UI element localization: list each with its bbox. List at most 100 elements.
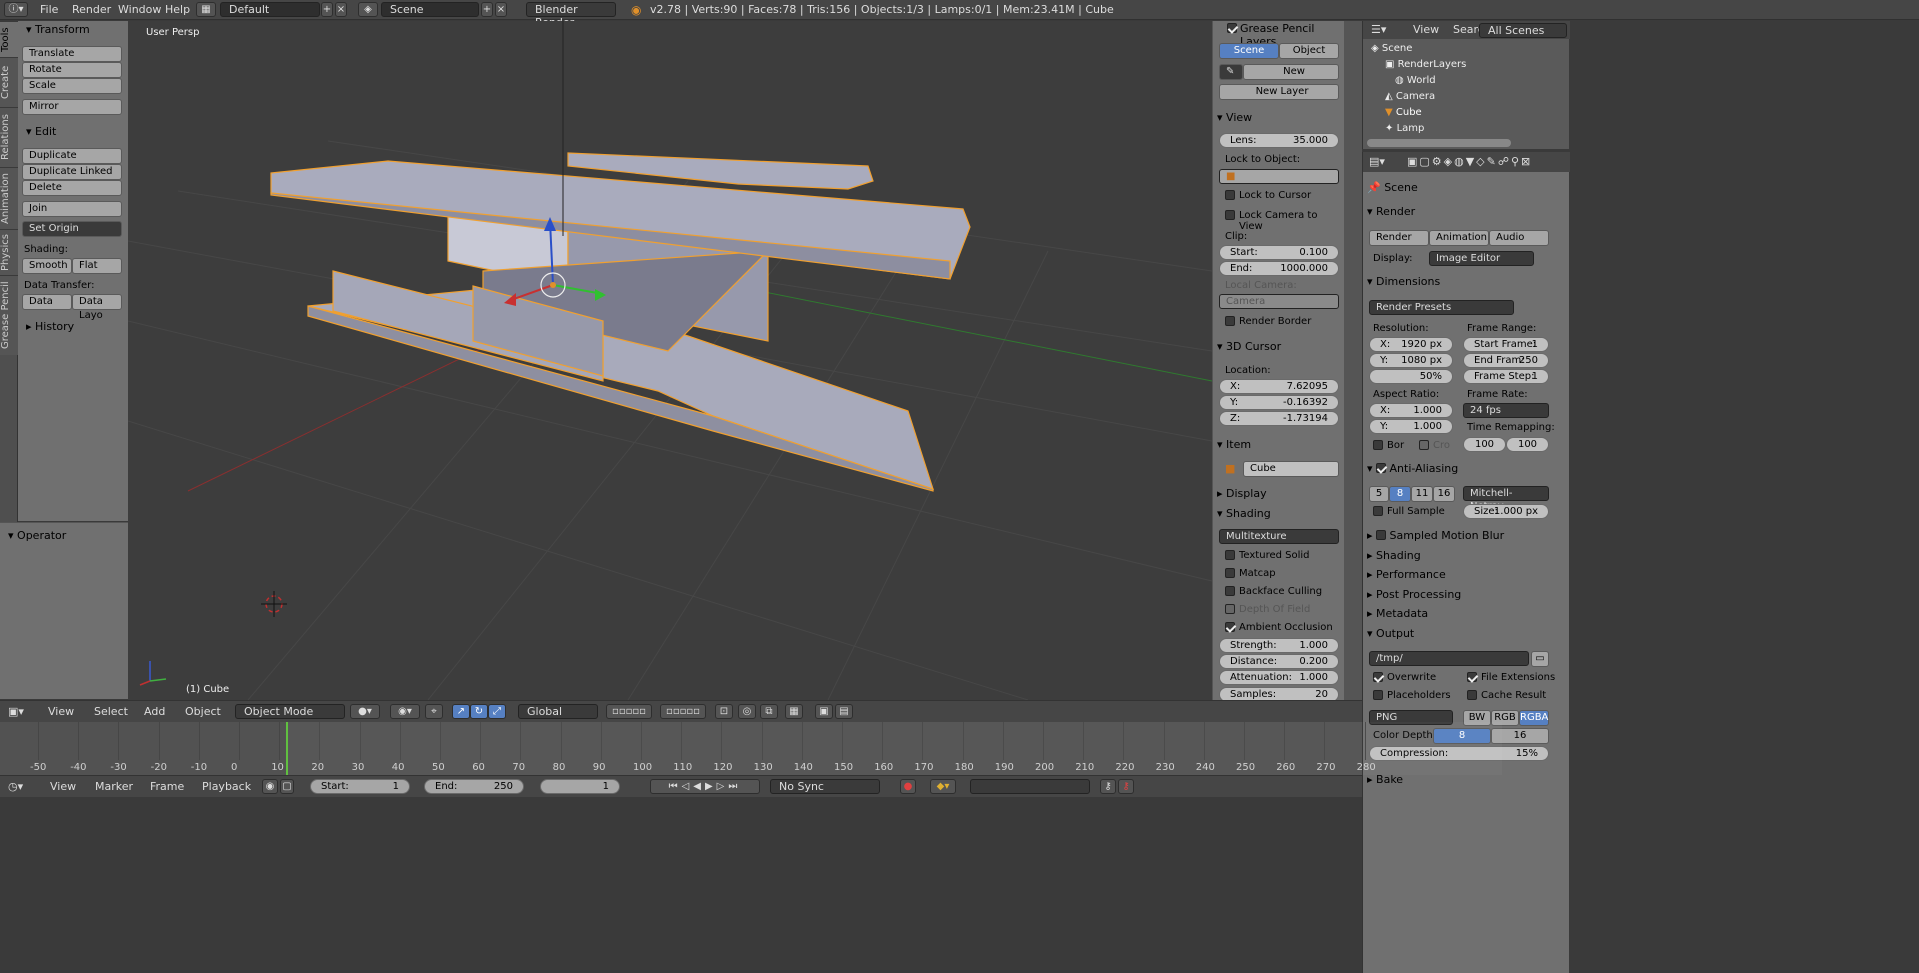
- lens-field[interactable]: Lens: 35.000: [1219, 133, 1339, 148]
- all-scenes-dropdown[interactable]: All Scenes: [1479, 23, 1567, 38]
- scene-icon[interactable]: ◈: [358, 2, 378, 17]
- playback-controls-icon[interactable]: ⏮◁◀▶▷⏭: [650, 779, 760, 794]
- translate-button[interactable]: Translate: [22, 46, 122, 62]
- scale-manipulator-icon[interactable]: ⤢: [488, 704, 506, 719]
- tab-relations[interactable]: Relations: [0, 107, 18, 167]
- menu-file[interactable]: File: [40, 0, 58, 20]
- insert-keyframe-icon[interactable]: ⚷: [1100, 779, 1116, 794]
- delete-button[interactable]: Delete: [22, 180, 122, 196]
- metadata-panel-header[interactable]: ▸ Metadata: [1367, 606, 1428, 622]
- lock-range-icon[interactable]: ▢: [280, 779, 294, 794]
- item-name-field[interactable]: Cube: [1243, 461, 1339, 477]
- viewport-shading-icon[interactable]: ●▾: [350, 704, 380, 719]
- render-engine-dropdown[interactable]: Blender Render: [526, 2, 616, 29]
- timeline-playback-menu[interactable]: Playback: [202, 776, 251, 798]
- end-frame-field[interactable]: End: 250: [424, 779, 524, 794]
- new-layer-button[interactable]: New Layer: [1219, 84, 1339, 100]
- display-dropdown[interactable]: Image Editor: [1429, 251, 1534, 266]
- border-checkbox[interactable]: [1373, 440, 1383, 450]
- 3d-cursor-panel-header[interactable]: ▾ 3D Cursor: [1217, 338, 1281, 356]
- rotate-manipulator-icon[interactable]: ↻: [470, 704, 488, 719]
- view-panel-header[interactable]: ▾ View: [1217, 109, 1252, 127]
- anti-aliasing-panel-header[interactable]: ▾ Anti-Aliasing: [1367, 461, 1458, 477]
- outliner-item-scene[interactable]: ◈ Scene: [1363, 41, 1570, 57]
- dimensions-panel-header[interactable]: ▾ Dimensions: [1367, 274, 1440, 290]
- frame-rate-dropdown[interactable]: 24 fps: [1463, 403, 1549, 418]
- outliner-item-camera[interactable]: ◭ Camera: [1363, 89, 1570, 105]
- clip-start-field[interactable]: Start: 0.100: [1219, 245, 1339, 260]
- viewport-object-menu[interactable]: Object: [185, 701, 221, 723]
- add-scene-icon[interactable]: +: [481, 2, 493, 17]
- shading-panel-header[interactable]: ▾ Shading: [1217, 505, 1271, 523]
- tab-grease-pencil[interactable]: Grease Pencil: [0, 275, 18, 355]
- lock-to-cursor-checkbox[interactable]: [1225, 190, 1235, 200]
- output-path-field[interactable]: /tmp/: [1369, 651, 1529, 666]
- menu-render[interactable]: Render: [72, 0, 111, 20]
- placeholders-checkbox[interactable]: [1373, 690, 1383, 700]
- aa-samples-8[interactable]: 8: [1389, 486, 1411, 502]
- cursor-z-field[interactable]: Z: -1.73194: [1219, 411, 1339, 426]
- rotate-button[interactable]: Rotate: [22, 62, 122, 78]
- mode-dropdown[interactable]: Object Mode: [235, 704, 345, 719]
- end-frame-field[interactable]: End Fram: 250: [1463, 353, 1549, 368]
- aa-samples-5[interactable]: 5: [1369, 486, 1389, 502]
- remove-scene-icon[interactable]: ×: [495, 2, 507, 17]
- matcap-checkbox[interactable]: [1225, 568, 1235, 578]
- aa-samples-11[interactable]: 11: [1411, 486, 1433, 502]
- tab-physics[interactable]: Physics: [0, 229, 18, 275]
- lock-camera-checkbox[interactable]: [1225, 210, 1235, 220]
- lock-layers-icon[interactable]: ⊡: [715, 704, 733, 719]
- tab-animation[interactable]: Animation: [0, 167, 18, 229]
- remap-old-field[interactable]: 100: [1463, 437, 1506, 452]
- cursor-y-field[interactable]: Y: -0.16392: [1219, 395, 1339, 410]
- cursor-x-field[interactable]: X: 7.62095: [1219, 379, 1339, 394]
- tab-tools[interactable]: Tools: [0, 21, 18, 57]
- animation-button[interactable]: Animation: [1429, 230, 1489, 246]
- anti-aliasing-checkbox[interactable]: [1376, 463, 1387, 473]
- menu-help[interactable]: Help: [165, 0, 190, 20]
- transform-panel-header[interactable]: ▾ Transform: [18, 21, 90, 39]
- screen-layout-icon[interactable]: ▦: [196, 2, 216, 17]
- shading-mode-dropdown[interactable]: Multitexture: [1219, 529, 1339, 544]
- remap-new-field[interactable]: 100: [1506, 437, 1549, 452]
- flat-button[interactable]: Flat: [72, 258, 122, 274]
- display-panel-header[interactable]: ▸ Display: [1217, 485, 1267, 503]
- clip-end-field[interactable]: End: 1000.000: [1219, 261, 1339, 276]
- menu-window[interactable]: Window: [118, 0, 161, 20]
- outliner-editor-icon[interactable]: ☰▾: [1371, 21, 1386, 39]
- timeline[interactable]: -50 -40 -30 -20 -10 0 10 20 30 40 50 60 70 80 90 100 110…: [0, 722, 1376, 775]
- aspect-x-field[interactable]: X: 1.000: [1369, 403, 1453, 418]
- keying-set-field[interactable]: [970, 779, 1090, 794]
- pivot-point-icon[interactable]: ◉▾: [390, 704, 420, 719]
- ao-strength-field[interactable]: Strength: 1.000: [1219, 638, 1339, 653]
- outliner-item-cube[interactable]: ▼ Cube: [1363, 105, 1570, 121]
- tab-create[interactable]: Create: [0, 57, 18, 107]
- resolution-y-field[interactable]: Y: 1080 px: [1369, 353, 1453, 368]
- textured-solid-checkbox[interactable]: [1225, 550, 1235, 560]
- context-tabs-icons[interactable]: ▣▢⚙◈◍▼◇✎☍⚲⊠: [1407, 152, 1532, 172]
- info-editor-icon[interactable]: ⓘ▾: [4, 2, 28, 17]
- manipulator-toggle-icon[interactable]: ⌖: [425, 704, 443, 719]
- start-frame-field[interactable]: Start Frame: 1: [1463, 337, 1549, 352]
- join-button[interactable]: Join: [22, 201, 122, 217]
- snap-icon[interactable]: ⧉: [760, 704, 778, 719]
- layer-buttons-b[interactable]: ▫▫▫▫▫: [660, 704, 706, 719]
- screen-layout-field[interactable]: Default: [220, 2, 320, 17]
- frame-step-field[interactable]: Frame Step: 1: [1463, 369, 1549, 384]
- data-button[interactable]: Data: [22, 294, 72, 310]
- lock-object-field[interactable]: ■: [1219, 169, 1339, 184]
- viewport-editor-icon[interactable]: ▣▾: [8, 701, 24, 723]
- full-sample-checkbox[interactable]: [1373, 506, 1383, 516]
- aa-filter-dropdown[interactable]: Mitchell-Netrav...: [1463, 486, 1549, 512]
- viewport-select-menu[interactable]: Select: [94, 701, 128, 723]
- local-camera-field[interactable]: Camera: [1219, 294, 1339, 309]
- remove-layout-icon[interactable]: ×: [335, 2, 347, 17]
- viewport-scene[interactable]: [128, 21, 1212, 700]
- resolution-x-field[interactable]: X: 1920 px: [1369, 337, 1453, 352]
- history-panel-header[interactable]: ▸ History: [18, 318, 74, 336]
- outliner-item-renderlayers[interactable]: ▣ RenderLayers: [1363, 57, 1570, 73]
- properties-editor-icon[interactable]: ▤▾: [1369, 152, 1385, 172]
- crop-checkbox[interactable]: [1419, 440, 1429, 450]
- duplicate-button[interactable]: Duplicate: [22, 148, 122, 164]
- scale-button[interactable]: Scale: [22, 78, 122, 94]
